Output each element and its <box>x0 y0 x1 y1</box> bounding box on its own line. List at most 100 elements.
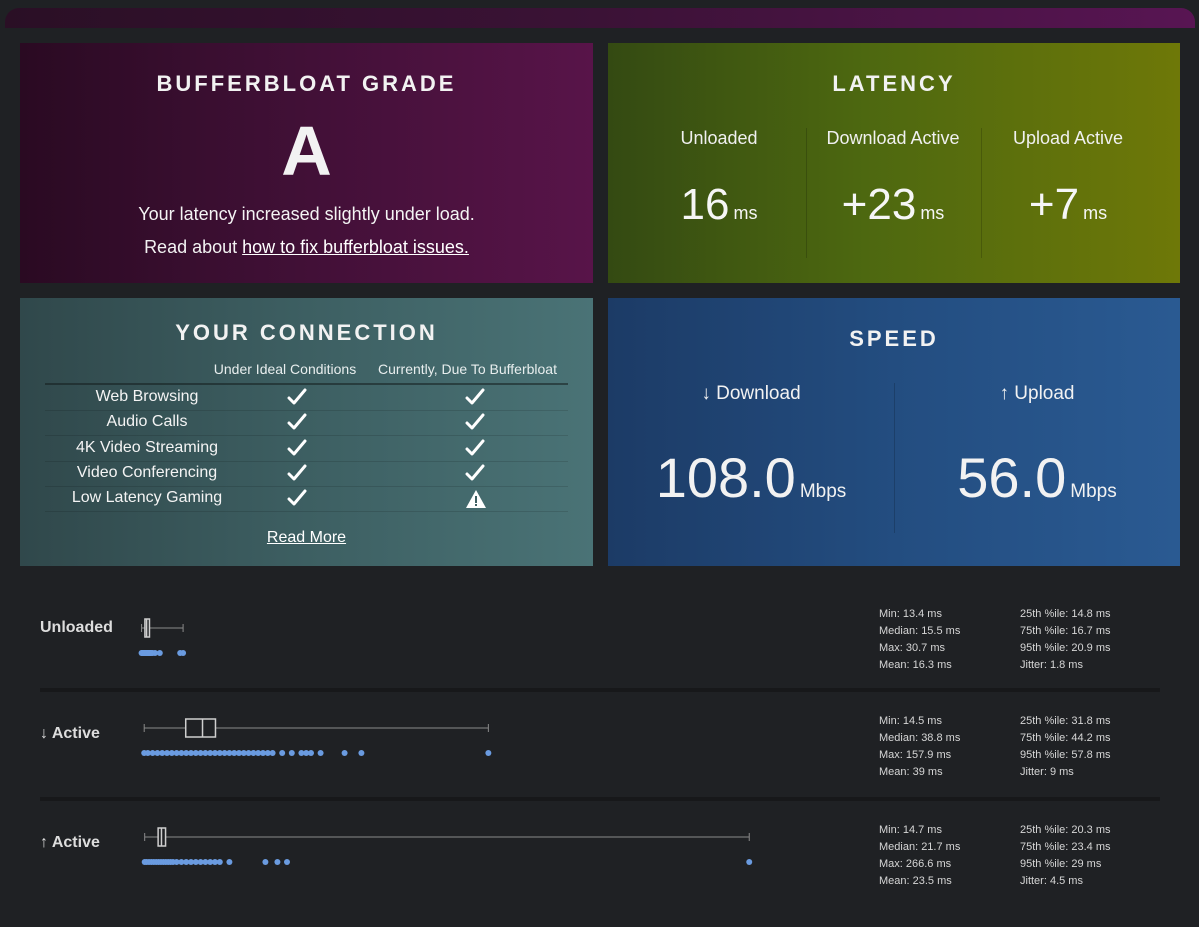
sample-point <box>279 750 286 756</box>
connection-row: Web Browsing <box>45 386 568 411</box>
upload-value: 56.0 Mbps <box>957 446 1117 509</box>
latency-label: Download Active <box>826 128 960 148</box>
latency-download-active: Download Active +23 ms <box>806 128 980 258</box>
read-more-link[interactable]: Read More <box>267 529 346 546</box>
stat-line: 75th %ile: 16.7 ms <box>1020 625 1111 637</box>
latency-value: +7 ms <box>1028 180 1108 229</box>
check-icon <box>287 413 307 436</box>
stat-line: Mean: 16.3 ms <box>879 659 952 671</box>
check-icon <box>465 388 485 411</box>
warning-icon <box>465 489 487 514</box>
stat-line: Max: 157.9 ms <box>879 749 952 761</box>
grade-title: BUFFERBLOAT GRADE <box>156 71 457 96</box>
stats-right: 25th %ile: 20.3 ms 75th %ile: 23.4 ms 95th… <box>1020 822 1111 890</box>
latency-panel: LATENCY Unloaded 16 ms Download Active +2… <box>608 43 1180 283</box>
stat-line: Min: 14.7 ms <box>879 824 942 836</box>
iqr-box <box>184 718 217 738</box>
latency-label: Unloaded <box>680 128 758 148</box>
connection-row: Audio Calls <box>45 411 568 437</box>
speed-panel: SPEED ↓ Download 108.0 Mbps ↑ Upload 56.0… <box>608 298 1180 566</box>
stat-line: Median: 15.5 ms <box>879 625 961 637</box>
latency-upload-active: Upload Active +7 ms <box>981 128 1155 258</box>
col-current-header: Currently, Due To Bufferbloat <box>378 361 557 377</box>
check-icon <box>287 464 307 487</box>
stat-line: 25th %ile: 31.8 ms <box>1020 715 1111 727</box>
stat-line: Jitter: 9 ms <box>1020 766 1074 778</box>
sample-point <box>358 750 365 756</box>
read-more: Read More <box>20 529 593 547</box>
stat-line: Jitter: 1.8 ms <box>1020 659 1083 671</box>
stat-line: 75th %ile: 44.2 ms <box>1020 732 1111 744</box>
download-label: ↓ Download <box>701 383 801 404</box>
connection-row: 4K Video Streaming <box>45 437 568 462</box>
connection-row-label: Web Browsing <box>95 388 199 405</box>
grade-read-about: Read about how to fix bufferbloat issues… <box>144 237 469 257</box>
latency-label: Upload Active <box>1012 128 1124 148</box>
stats-right: 25th %ile: 31.8 ms 75th %ile: 44.2 ms 95th… <box>1020 713 1111 781</box>
check-icon <box>465 439 485 462</box>
stat-line: Max: 30.7 ms <box>879 642 946 654</box>
download-value: 108.0 Mbps <box>655 446 847 509</box>
stat-line: Median: 21.7 ms <box>879 841 961 853</box>
stats-left: Min: 14.7 ms Median: 21.7 ms Max: 266.6 ms… <box>879 822 960 890</box>
stat-line: 25th %ile: 14.8 ms <box>1020 608 1111 620</box>
stat-line: 95th %ile: 29 ms <box>1020 858 1102 870</box>
latency-detail-row: Unloaded Min: 13.4 ms Median: 15.5 ms Max: … <box>20 600 1180 700</box>
latency-detail-row: ↓ Active Min: 14.5 ms Median: 38.8 ms Max: … <box>20 708 1180 808</box>
latency-title: LATENCY <box>832 71 956 96</box>
stats-left: Min: 13.4 ms Median: 15.5 ms Max: 30.7 ms M… <box>879 606 960 674</box>
check-icon <box>465 464 485 487</box>
connection-panel: YOUR CONNECTION Under Ideal Conditions C… <box>20 298 593 566</box>
fix-bufferbloat-link[interactable]: how to fix bufferbloat issues. <box>242 237 469 257</box>
sample-point <box>317 750 324 756</box>
latency-boxplot <box>141 718 492 756</box>
row-separator <box>40 797 1160 801</box>
check-icon <box>287 388 307 411</box>
sample-point <box>226 859 233 865</box>
connection-row-label: Low Latency Gaming <box>71 489 223 507</box>
top-banner <box>5 8 1195 28</box>
connection-row-label: Video Conferencing <box>76 463 218 481</box>
stat-line: Min: 14.5 ms <box>879 715 942 727</box>
sample-point <box>284 859 290 865</box>
sample-point <box>262 859 269 865</box>
stat-line: 95th %ile: 20.9 ms <box>1020 642 1111 654</box>
latency-value: +23 ms <box>841 180 945 229</box>
stat-line: 95th %ile: 57.8 ms <box>1020 749 1111 761</box>
connection-row-label: 4K Video Streaming <box>75 438 218 456</box>
sample-point <box>274 859 281 865</box>
stat-line: Median: 38.8 ms <box>879 732 961 744</box>
bufferbloat-grade-panel: BUFFERBLOAT GRADE A Your latency increas… <box>20 43 593 283</box>
latency-boxplot <box>138 618 187 656</box>
check-icon <box>287 489 307 512</box>
connection-title: YOUR CONNECTION <box>175 320 438 345</box>
check-icon <box>287 439 307 462</box>
sample-point <box>269 750 276 756</box>
stat-line: Max: 266.6 ms <box>879 858 952 870</box>
connection-row-label: Audio Calls <box>106 413 188 431</box>
stat-line: Mean: 39 ms <box>879 766 943 778</box>
sample-point <box>216 859 223 865</box>
sample-point <box>485 750 492 756</box>
latency-value: 16 ms <box>680 180 758 229</box>
stat-line: Min: 13.4 ms <box>879 608 942 620</box>
speed-title: SPEED <box>849 326 939 351</box>
stat-line: 25th %ile: 20.3 ms <box>1020 824 1111 836</box>
col-ideal-header: Under Ideal Conditions <box>213 361 357 377</box>
sample-point <box>341 750 348 756</box>
speed-download: ↓ Download 108.0 Mbps <box>608 383 894 523</box>
sample-point <box>180 650 187 656</box>
connection-row: Low Latency Gaming <box>45 487 568 514</box>
sample-point <box>746 859 753 865</box>
speed-upload: ↑ Upload 56.0 Mbps <box>894 383 1180 523</box>
stats-right: 25th %ile: 14.8 ms 75th %ile: 16.7 ms 95th… <box>1020 606 1111 674</box>
stat-line: Jitter: 4.5 ms <box>1020 875 1083 887</box>
latency-detail-row: ↑ Active Min: 14.7 ms Median: 21.7 ms Max: … <box>20 817 1180 917</box>
sample-point <box>288 750 295 756</box>
stat-line: Mean: 23.5 ms <box>879 875 952 887</box>
stat-line: 75th %ile: 23.4 ms <box>1020 841 1111 853</box>
sample-point <box>156 650 163 656</box>
latency-unloaded: Unloaded 16 ms <box>632 128 806 258</box>
header-divider <box>45 383 568 385</box>
latency-boxplot <box>141 827 753 865</box>
